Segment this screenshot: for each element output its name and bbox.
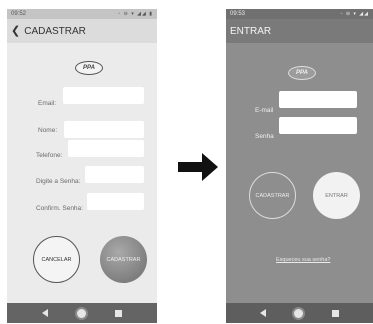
arrow-left-icon[interactable]: ❮ (11, 25, 20, 37)
status-time: 09:53 (230, 11, 246, 17)
register-submit-label: CADASTRAR (106, 256, 141, 263)
logo-text: PPA (83, 65, 95, 71)
password-field[interactable] (279, 117, 357, 134)
nav-home-icon[interactable] (76, 308, 86, 318)
arrow-right-icon (178, 153, 218, 181)
status-time: 09:52 (11, 11, 27, 17)
name-field[interactable] (64, 121, 144, 138)
ppa-logo: PPA (288, 66, 316, 80)
register-submit-button[interactable]: CADASTRAR (100, 236, 147, 283)
confirm-password-label: Confirm. Senha: (36, 205, 83, 212)
phone-label: Telefone: (36, 152, 63, 159)
nav-back-icon[interactable] (260, 309, 267, 317)
login-button[interactable]: ENTRAR (313, 172, 360, 219)
register-screen: 09:52 ▫ ⊖ ▾ ◢◢ ▮ ❮ CADASTRAR PPA Email: … (7, 9, 157, 323)
cancel-button-label: CANCELAR (41, 256, 72, 263)
nav-home-icon[interactable] (294, 308, 304, 318)
status-bar: 09:53 ▫ ⊖ ▾ ◢◢ (226, 9, 373, 19)
email-label: Email: (38, 100, 57, 107)
register-button[interactable]: CADASTRAR (249, 172, 296, 219)
login-screen: 09:53 ▫ ⊖ ▾ ◢◢ ENTRAR PPA E-mail Senha C… (226, 9, 373, 323)
android-nav-bar (7, 303, 157, 323)
name-label: Nome: (38, 127, 58, 134)
register-button-label: CADASTRAR (255, 192, 290, 199)
app-bar: ❮ CADASTRAR (7, 19, 157, 43)
nav-recent-icon[interactable] (115, 309, 123, 317)
login-button-label: ENTRAR (325, 192, 348, 199)
password-label: Digite a Senha: (36, 178, 81, 185)
password-label: Senha (255, 133, 274, 140)
ppa-logo: PPA (75, 61, 103, 75)
password-field[interactable] (85, 166, 144, 183)
forgot-password-link[interactable]: Esqueceu sua senha? (276, 257, 330, 263)
android-nav-bar (226, 303, 373, 323)
status-bar: 09:52 ▫ ⊖ ▾ ◢◢ ▮ (7, 9, 157, 19)
nav-recent-icon[interactable] (331, 309, 339, 317)
screenshot-canvas: 09:52 ▫ ⊖ ▾ ◢◢ ▮ ❮ CADASTRAR PPA Email: … (0, 0, 373, 324)
cancel-button[interactable]: CANCELAR (33, 236, 80, 283)
email-field[interactable] (279, 91, 357, 108)
page-title: CADASTRAR (24, 25, 86, 37)
page-title: ENTRAR (230, 25, 272, 37)
status-icons: ▫ ⊖ ▾ ◢◢ (340, 11, 369, 17)
confirm-password-field[interactable] (87, 193, 144, 210)
email-label: E-mail (255, 107, 274, 114)
logo-text: PPA (296, 70, 308, 76)
phone-field[interactable] (68, 140, 144, 157)
email-field[interactable] (63, 87, 144, 104)
status-icons: ▫ ⊖ ▾ ◢◢ ▮ (118, 11, 153, 17)
nav-back-icon[interactable] (41, 309, 48, 317)
app-bar: ENTRAR (226, 19, 373, 43)
